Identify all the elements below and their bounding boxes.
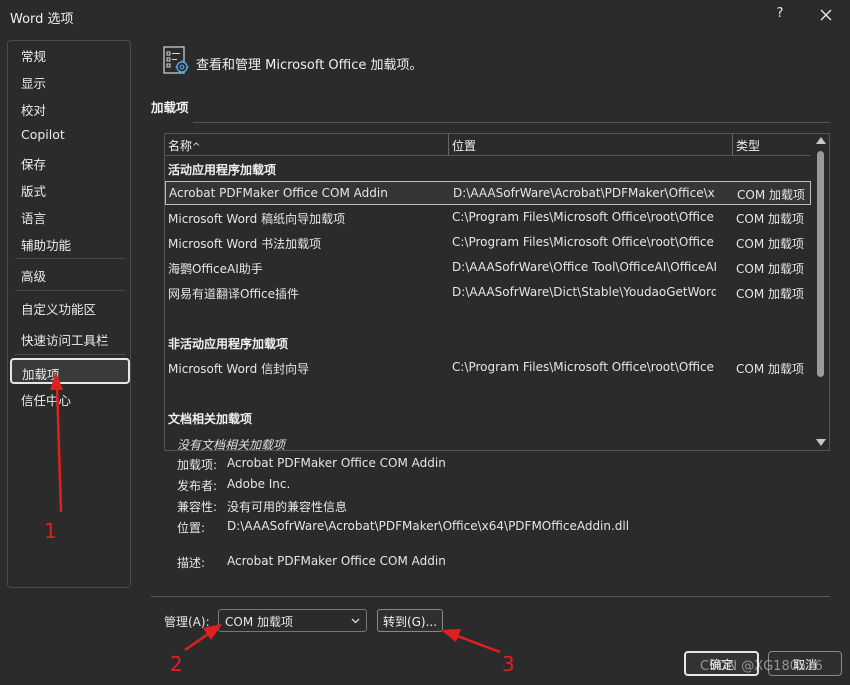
annotation-arrow-1 (50, 372, 63, 513)
annotation-marker-3: 3 (502, 652, 515, 676)
annotation-arrows (50, 372, 501, 654)
annotation-arrow-3 (441, 629, 501, 654)
annotation-marker-1: 1 (44, 519, 57, 543)
annotation-arrow-2 (184, 624, 222, 652)
watermark: CSDN @XG180516 (700, 659, 823, 674)
annotation-marker-2: 2 (170, 652, 183, 676)
